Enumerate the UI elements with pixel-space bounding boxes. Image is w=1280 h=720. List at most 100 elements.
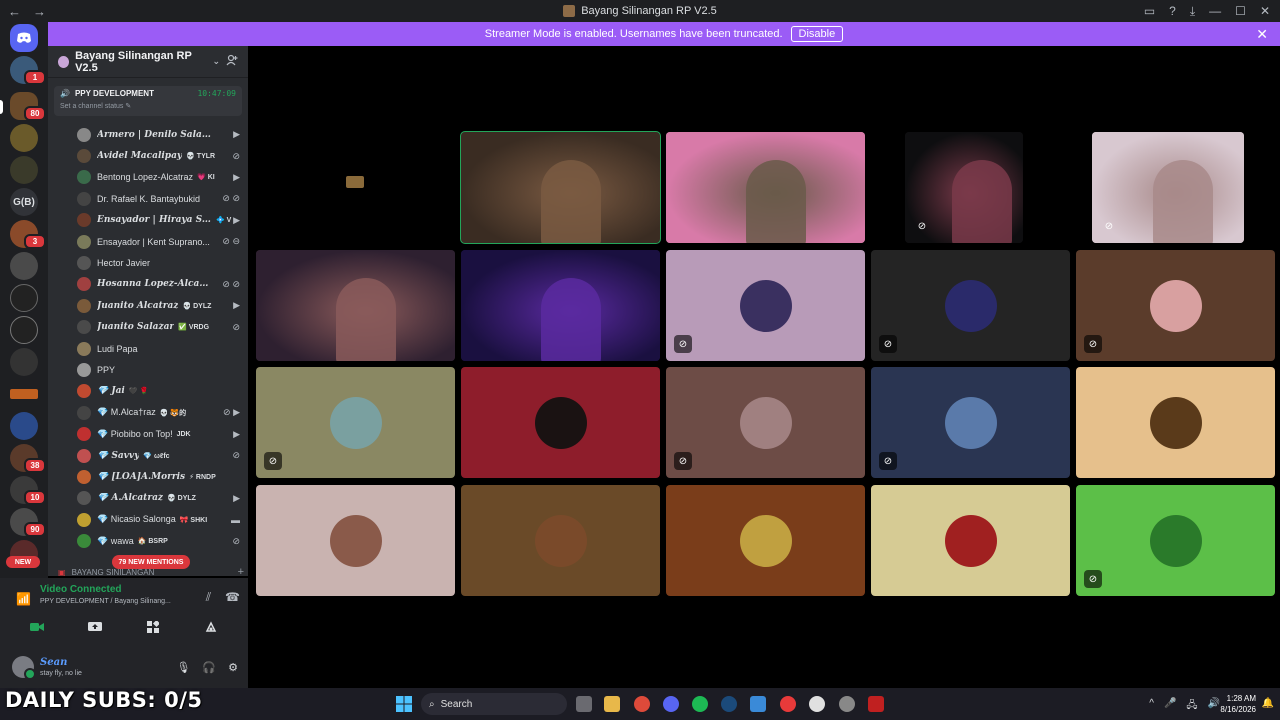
add-channel-icon[interactable]: +	[238, 566, 244, 578]
camera-icon[interactable]	[15, 616, 59, 638]
voice-user[interactable]: Ludi Papa	[48, 338, 248, 359]
avatar-tile[interactable]: ⊘	[666, 367, 865, 478]
activities-icon[interactable]	[131, 616, 175, 638]
voice-user[interactable]: Bentong Lopez-Alcatraz 💗 KI ▶	[48, 167, 248, 188]
video-stream-tile[interactable]	[461, 250, 660, 361]
server-icon-4[interactable]	[10, 156, 38, 184]
server-icon-9[interactable]	[10, 316, 38, 344]
video-stream-tile[interactable]: ⊘	[1092, 132, 1244, 243]
avatar-tile[interactable]: ⊘	[871, 367, 1070, 478]
inbox-icon[interactable]: ▭	[1144, 4, 1155, 18]
avatar-tile[interactable]	[461, 485, 660, 596]
help-icon[interactable]: ?	[1169, 4, 1176, 18]
tray-chevron-icon[interactable]: ^	[1149, 698, 1154, 715]
voice-user[interactable]: Hector Javier	[48, 252, 248, 273]
edit-icon[interactable]: ✎	[125, 103, 131, 110]
avatar[interactable]	[12, 656, 36, 680]
server-icon-gb[interactable]: G(B)	[10, 188, 38, 216]
connection-title[interactable]: Video Connected	[40, 584, 122, 595]
next-category[interactable]: ▣ BAYANG SINILANGAN +	[58, 566, 244, 578]
voice-user[interactable]: Armero | Denilo Salamanca ▶	[48, 124, 248, 145]
voice-user[interactable]: Juanito Salazar ✅ VRDG ⊘	[48, 317, 248, 338]
screen-share-icon[interactable]	[73, 616, 117, 638]
server-icon-12[interactable]	[10, 412, 38, 440]
server-icon-11[interactable]	[10, 389, 38, 399]
discord-logo-icon[interactable]	[10, 24, 38, 52]
voice-user[interactable]: Dr. Rafael K. Bantaybukid ⊘ ⊘	[48, 188, 248, 209]
server-icon-3[interactable]	[10, 124, 38, 152]
forward-button[interactable]: →	[33, 4, 46, 19]
voice-user[interactable]: Hosanna Lopez-Alcatraz ⊘ ⊘	[48, 274, 248, 295]
add-member-icon[interactable]	[226, 54, 238, 69]
clock[interactable]: 1:28 AM 8/16/2026	[1220, 693, 1256, 715]
signal-icon[interactable]: 📶	[16, 592, 31, 606]
close-window-button[interactable]: ✕	[1260, 4, 1270, 18]
voice-user[interactable]: 💎 [LOA]A.Morris ⚡ RNDP	[48, 466, 248, 487]
server-icon-8[interactable]	[10, 284, 38, 312]
avatar-tile[interactable]	[666, 485, 865, 596]
soundboard-icon[interactable]	[189, 616, 233, 638]
avatar-tile[interactable]: ⊘	[1076, 485, 1275, 596]
steam-icon[interactable]	[721, 696, 737, 712]
tray-network-icon[interactable]: 🖧	[1186, 698, 1197, 715]
avatar-tile[interactable]: ⊘	[256, 367, 455, 478]
voice-user[interactable]: 💎 Piobibo on Top! JDK ▶	[48, 423, 248, 444]
disable-streamer-mode-button[interactable]: Disable	[790, 26, 844, 42]
video-stream-tile[interactable]	[460, 131, 661, 244]
username[interactable]: Sean	[40, 657, 82, 668]
minimize-button[interactable]: —	[1209, 4, 1221, 18]
server-icon-7[interactable]	[10, 252, 38, 280]
stream-logo-tile[interactable]	[256, 132, 455, 243]
spotify-icon[interactable]	[692, 696, 708, 712]
voice-user[interactable]: Ensayador | Hiraya S.Alonzo 💠 V▶	[48, 210, 248, 231]
server-header[interactable]: Bayang Silinangan RP V2.5 ⌄	[48, 46, 248, 78]
tray-mic-icon[interactable]: 🎤	[1164, 698, 1176, 715]
settings-icon[interactable]: ⚙	[228, 661, 238, 674]
server-icon-10[interactable]	[10, 348, 38, 376]
set-channel-status[interactable]: Set a channel status	[60, 103, 123, 110]
tray-volume-icon[interactable]: 🔊	[1208, 698, 1220, 715]
video-stream-tile[interactable]	[256, 250, 455, 361]
avatar-tile[interactable]	[256, 485, 455, 596]
maximize-button[interactable]: ☐	[1235, 4, 1246, 18]
voice-user[interactable]: 💎 Savvy 💎 ωℓfc ⊘	[48, 445, 248, 466]
taskbar-search[interactable]: ⌕ Search	[421, 693, 567, 715]
avatar-tile[interactable]: ⊘	[1076, 250, 1275, 361]
notepad-icon[interactable]	[750, 696, 766, 712]
voice-user[interactable]: 💎 Jai 🖤 🌹	[48, 381, 248, 402]
chrome-icon[interactable]	[634, 696, 650, 712]
mic-icon[interactable]: 🎙	[176, 661, 190, 674]
app-icon-2[interactable]	[839, 696, 855, 712]
voice-user[interactable]: Ensayador | Kent Suprano... ⊘ ⊖	[48, 231, 248, 252]
voice-user[interactable]: PPY	[48, 359, 248, 380]
obs-icon[interactable]	[780, 696, 796, 712]
new-pill[interactable]: NEW	[6, 556, 40, 568]
avatar-tile[interactable]: ⊘	[666, 250, 865, 361]
video-stream-tile[interactable]	[666, 132, 865, 243]
back-button[interactable]: ←	[8, 4, 21, 19]
voice-user[interactable]: Avidel Macalipay 💀 TYLR ⊘	[48, 145, 248, 166]
task-view-icon[interactable]	[576, 696, 592, 712]
voice-user[interactable]: Juanito Alcatraz 💀 DYLZ ▶	[48, 295, 248, 316]
banner-close-icon[interactable]: ✕	[1256, 26, 1268, 43]
app-icon[interactable]	[809, 696, 825, 712]
disconnect-icon[interactable]: ☎	[225, 590, 240, 605]
avatar-tile[interactable]	[1076, 367, 1275, 478]
voice-channel[interactable]: 🔊 PPY DEVELOPMENT 10:47:09 Set a channel…	[54, 86, 242, 116]
avatar-tile[interactable]: ⊘	[871, 250, 1070, 361]
windows-start-icon[interactable]	[396, 696, 412, 712]
voice-user[interactable]: 💎 A.Alcatraz 💀 DYLZ ▶	[48, 488, 248, 509]
app-icon-3[interactable]	[868, 696, 884, 712]
voice-user[interactable]: 💎 Nicasio Salonga 🎀 SHKI ▬	[48, 509, 248, 530]
noise-suppression-icon[interactable]: ⫽	[206, 590, 211, 605]
discord-taskbar-icon[interactable]	[663, 696, 679, 712]
voice-user[interactable]: 💎 wawa 🏠 BSRP ⊘	[48, 530, 248, 551]
video-stream-tile[interactable]: ⊘	[905, 132, 1023, 243]
voice-user[interactable]: 💎 M.Alca†raz 💀 🐯的 ⊘ ▶	[48, 402, 248, 423]
download-icon[interactable]: ⤓	[1190, 4, 1195, 19]
avatar-tile[interactable]	[461, 367, 660, 478]
headphones-icon[interactable]: 🎧	[202, 661, 216, 674]
avatar-tile[interactable]	[871, 485, 1070, 596]
connection-subtitle[interactable]: PPY DEVELOPMENT / Bayang Silinang...	[40, 598, 171, 605]
notification-bell-icon[interactable]: 🔔	[1262, 698, 1274, 709]
